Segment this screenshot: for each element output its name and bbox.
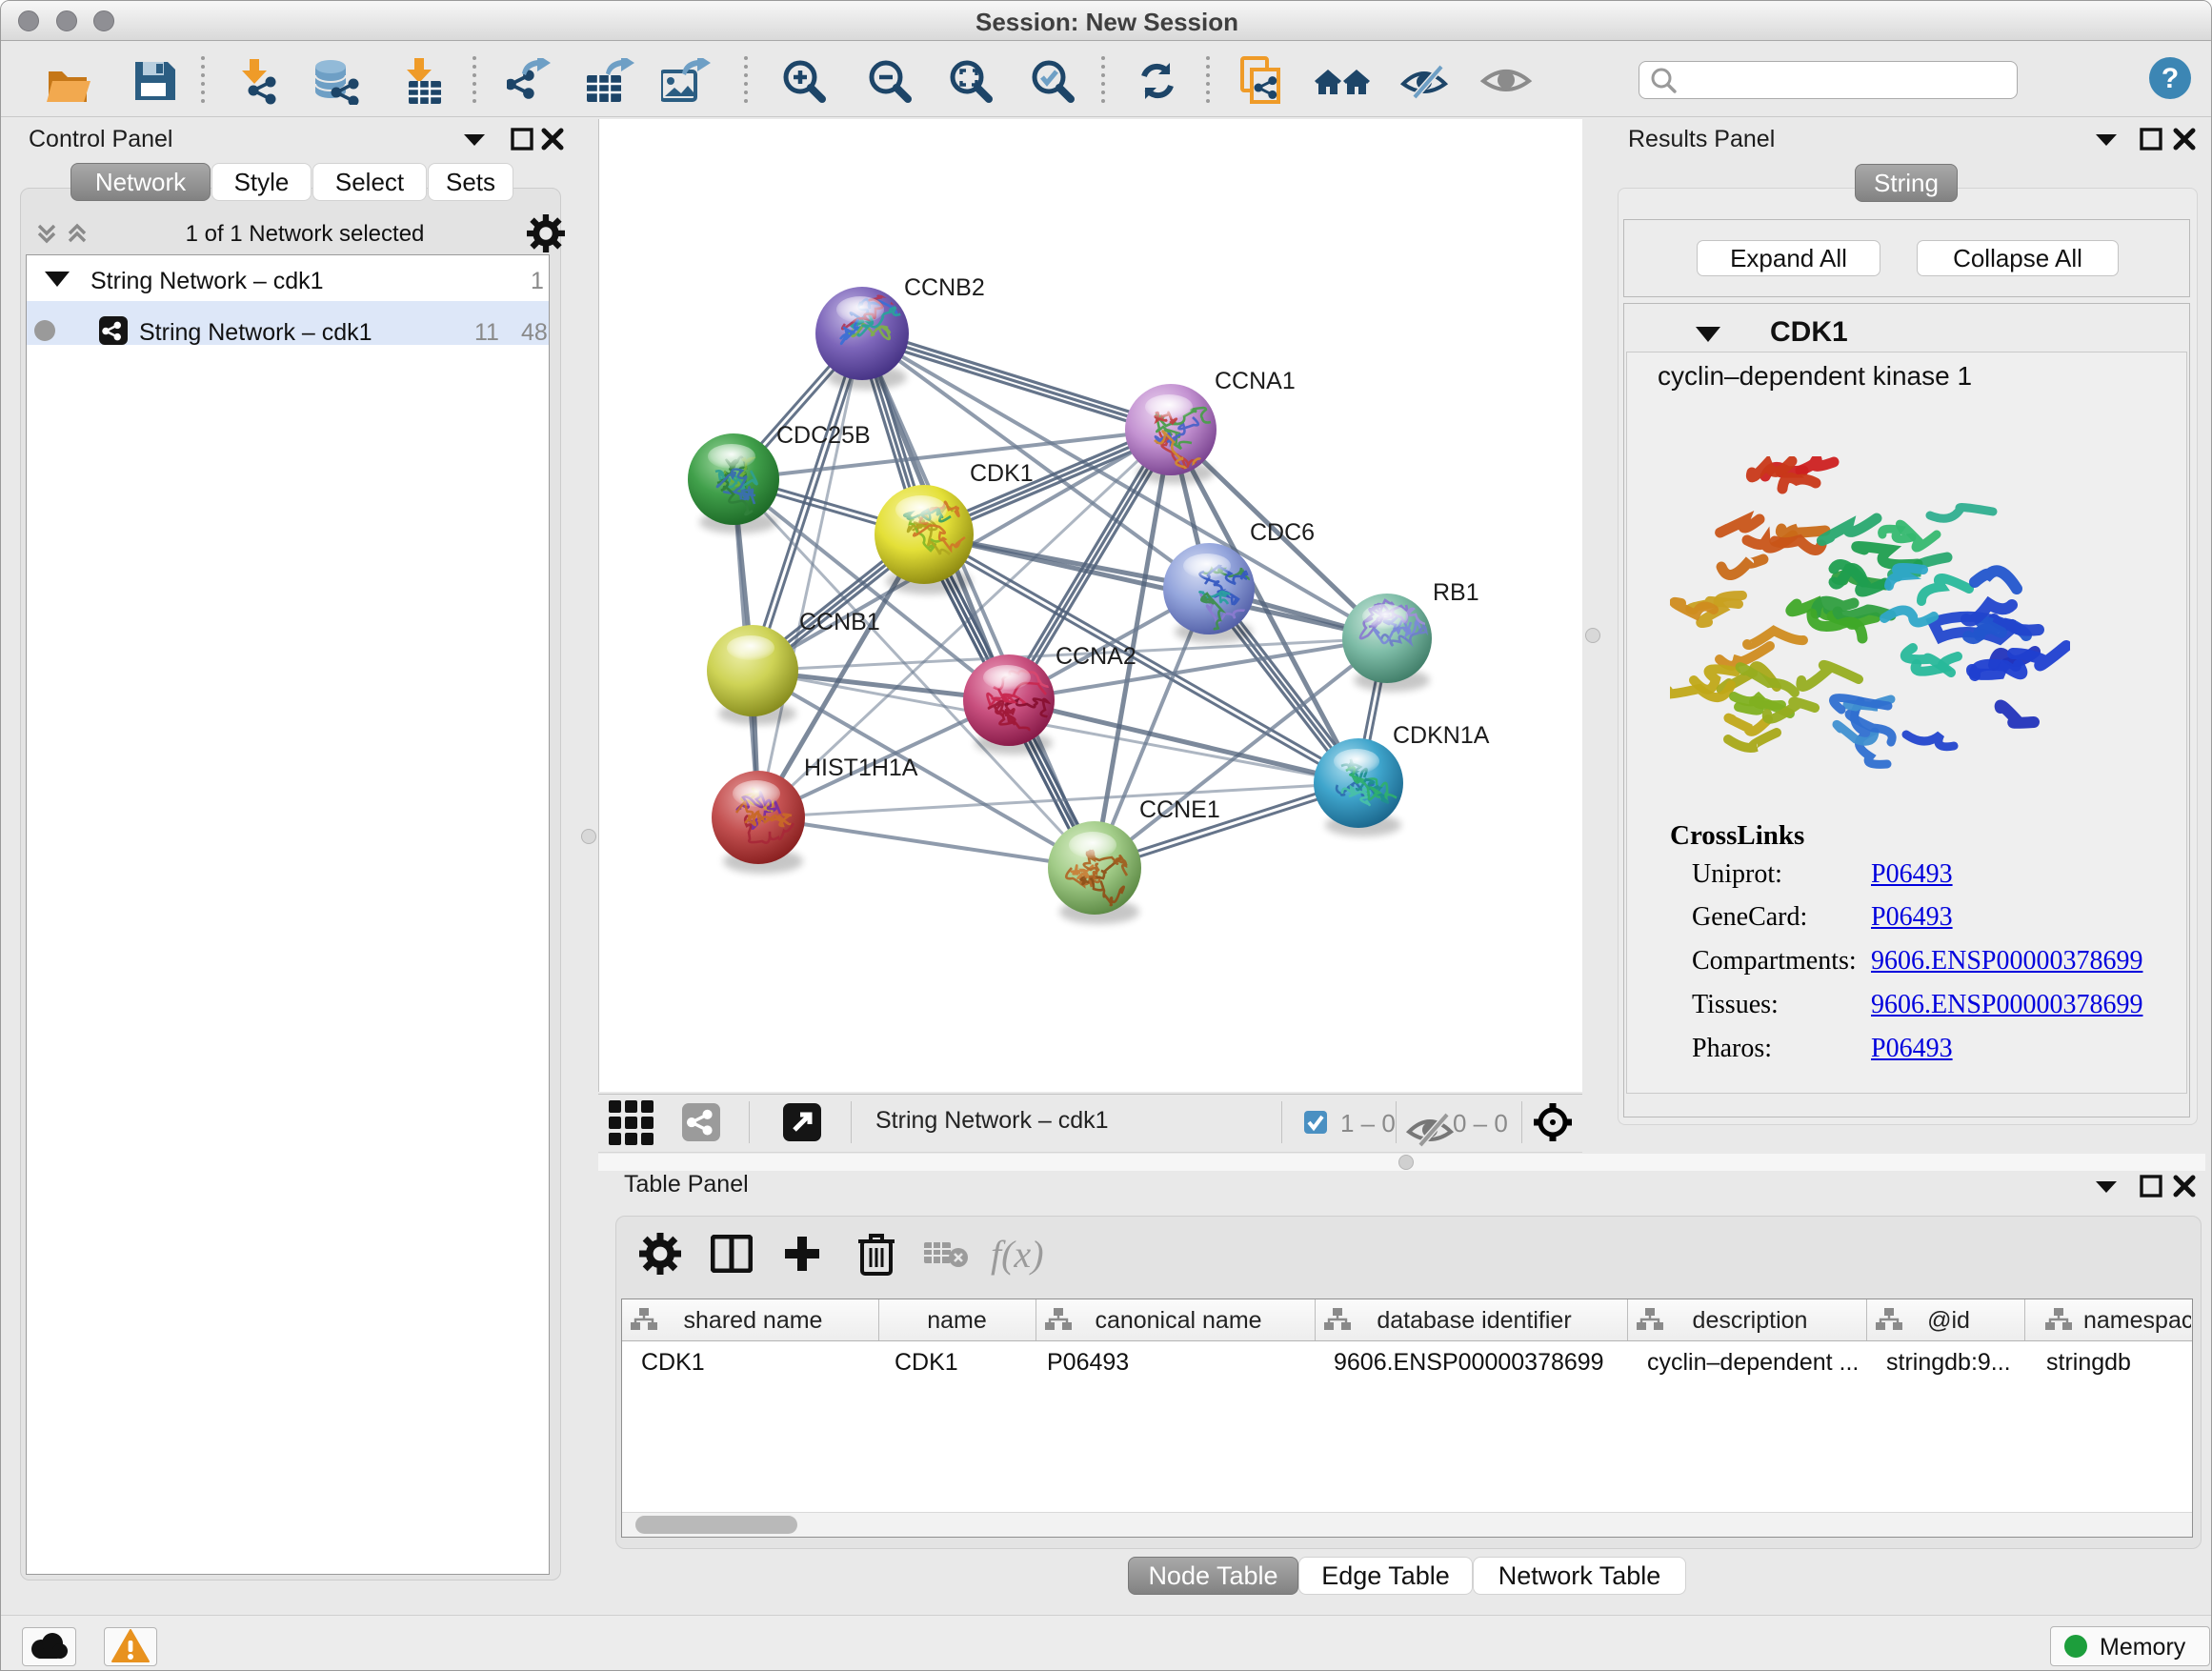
svg-text:CCNE1: CCNE1	[1139, 796, 1220, 823]
svg-text:RB1: RB1	[1433, 579, 1479, 606]
svg-text:CDKN1A: CDKN1A	[1393, 722, 1490, 749]
svg-text:CCNB2: CCNB2	[904, 274, 985, 301]
svg-text:?: ?	[2162, 63, 2179, 94]
svg-text:CDC25B: CDC25B	[776, 422, 871, 449]
svg-text:CCNA2: CCNA2	[1056, 643, 1136, 670]
svg-text:CCNB1: CCNB1	[799, 609, 880, 635]
svg-text:CCNA1: CCNA1	[1215, 368, 1296, 394]
svg-text:CDK1: CDK1	[970, 460, 1034, 487]
svg-text:CDC6: CDC6	[1250, 519, 1315, 546]
svg-text:HIST1H1A: HIST1H1A	[804, 755, 918, 781]
